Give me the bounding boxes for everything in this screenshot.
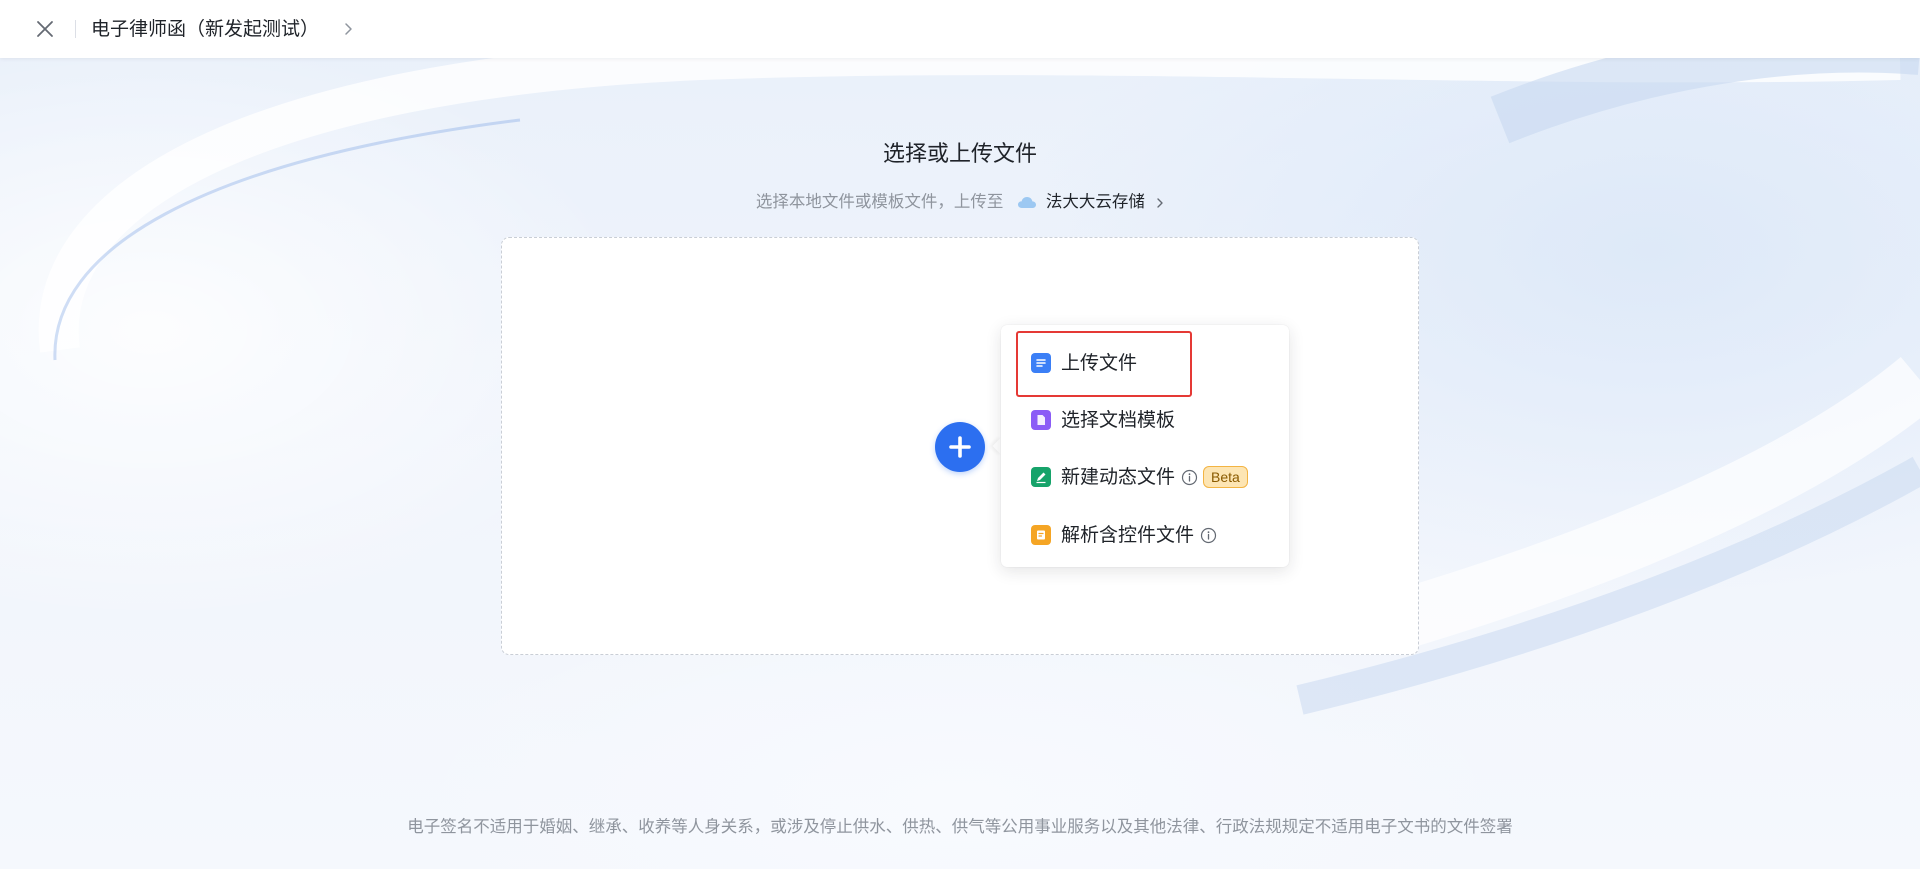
add-file-button[interactable] <box>935 422 985 472</box>
add-file-menu: 上传文件 选择文档模板 新建动态文件 Beta 解析含控件文件 <box>1001 325 1289 567</box>
menu-item-parse-control-file[interactable]: 解析含控件文件 <box>1001 513 1289 557</box>
subtitle-text: 选择本地文件或模板文件，上传至 <box>755 192 1004 211</box>
form-icon <box>1031 525 1051 545</box>
info-icon[interactable] <box>1200 527 1217 544</box>
menu-item-label: 上传文件 <box>1061 352 1138 374</box>
close-icon <box>37 21 53 37</box>
menu-item-label: 选择文档模板 <box>1061 409 1176 431</box>
plus-icon <box>949 436 971 458</box>
chevron-right-icon[interactable] <box>1156 192 1164 216</box>
info-icon[interactable] <box>1181 469 1198 486</box>
menu-item-select-template[interactable]: 选择文档模板 <box>1001 398 1289 442</box>
header-divider <box>75 20 76 38</box>
cloud-icon <box>1017 193 1037 217</box>
menu-item-label: 新建动态文件 <box>1061 466 1176 488</box>
chevron-right-icon[interactable] <box>340 18 356 40</box>
beta-badge: Beta <box>1203 466 1248 488</box>
menu-item-new-dynamic-file[interactable]: 新建动态文件 Beta <box>1001 455 1289 499</box>
footer-disclaimer: 电子签名不适用于婚姻、继承、收养等人身关系，或涉及停止供水、供热、供气等公用事业… <box>407 817 1513 836</box>
menu-item-label: 解析含控件文件 <box>1061 524 1195 546</box>
document-icon <box>1031 353 1051 373</box>
close-button[interactable] <box>32 16 58 42</box>
template-icon <box>1031 410 1051 430</box>
storage-link[interactable]: 法大大云存储 <box>1046 192 1145 211</box>
main-title: 选择或上传文件 <box>882 142 1037 167</box>
subtitle: 选择本地文件或模板文件，上传至 法大大云存储 <box>0 190 1920 217</box>
menu-item-upload-file[interactable]: 上传文件 <box>1001 341 1289 385</box>
edit-icon <box>1031 467 1051 487</box>
top-header: 电子律师函（新发起测试） <box>0 0 1920 58</box>
page-title[interactable]: 电子律师函（新发起测试） <box>91 17 319 41</box>
